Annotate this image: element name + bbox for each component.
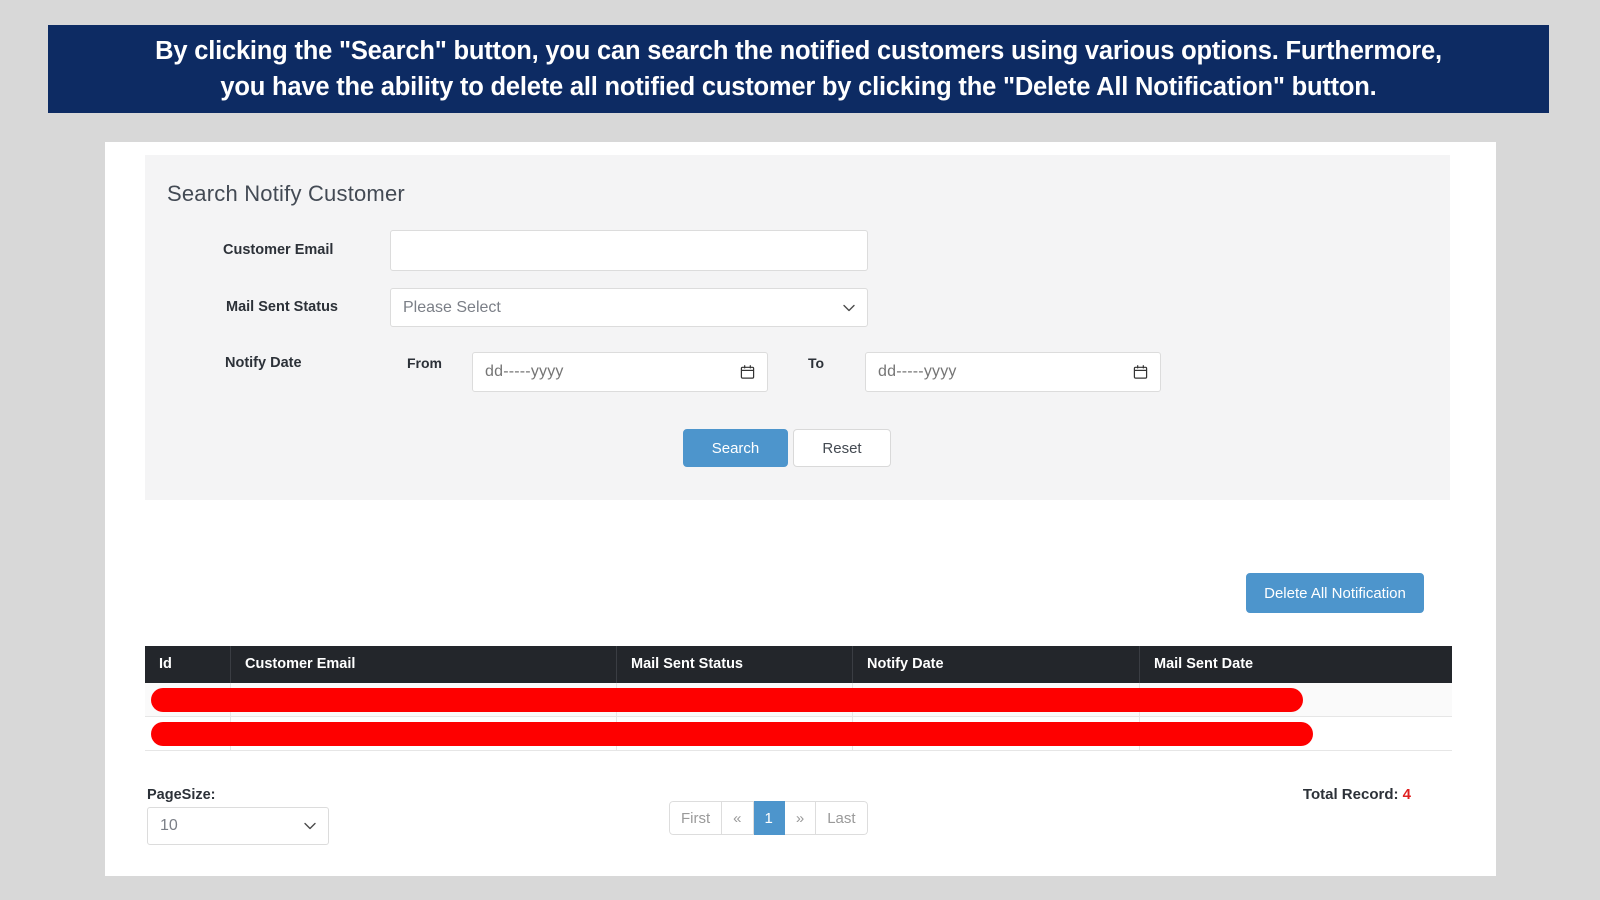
mail-sent-status-value: Please Select bbox=[403, 299, 501, 317]
pagination: First « 1 » Last bbox=[669, 801, 868, 835]
table-row[interactable] bbox=[145, 717, 1452, 751]
notify-date-to-input[interactable]: dd-----yyyy bbox=[865, 352, 1161, 392]
pagesize-select[interactable]: 10 bbox=[147, 807, 329, 845]
column-header-customer-email: Customer Email bbox=[230, 646, 616, 683]
column-header-mail-sent-status: Mail Sent Status bbox=[616, 646, 852, 683]
label-customer-email: Customer Email bbox=[223, 228, 333, 272]
search-notify-customer-panel: Search Notify Customer Customer Email Ma… bbox=[145, 155, 1450, 500]
table-row[interactable] bbox=[145, 683, 1452, 717]
column-header-notify-date: Notify Date bbox=[852, 646, 1139, 683]
pagesize-value: 10 bbox=[160, 817, 178, 835]
page-card: Search Notify Customer Customer Email Ma… bbox=[105, 142, 1496, 876]
calendar-icon[interactable] bbox=[1133, 365, 1148, 380]
form-row-notify-date: Notify Date From dd-----yyyy To dd-----y… bbox=[145, 341, 1450, 385]
reset-button[interactable]: Reset bbox=[793, 429, 891, 467]
calendar-icon[interactable] bbox=[740, 365, 755, 380]
search-button[interactable]: Search bbox=[683, 429, 788, 467]
panel-title: Search Notify Customer bbox=[167, 181, 405, 207]
total-record-label: Total Record: bbox=[1303, 786, 1399, 803]
redaction-overlay bbox=[151, 688, 1303, 712]
pagination-page-1[interactable]: 1 bbox=[754, 801, 785, 835]
annotation-banner: By clicking the "Search" button, you can… bbox=[48, 25, 1549, 113]
total-record-count: 4 bbox=[1403, 786, 1411, 803]
table-header-row: Id Customer Email Mail Sent Status Notif… bbox=[145, 646, 1452, 683]
redaction-overlay bbox=[151, 722, 1313, 746]
annotation-line-2: you have the ability to delete all notif… bbox=[220, 69, 1376, 105]
chevron-down-icon bbox=[304, 822, 316, 830]
pagination-last[interactable]: Last bbox=[816, 801, 867, 835]
mail-sent-status-select[interactable]: Please Select bbox=[390, 288, 868, 327]
notify-date-to-placeholder: dd-----yyyy bbox=[878, 363, 957, 381]
column-header-id: Id bbox=[145, 646, 230, 683]
pagination-first[interactable]: First bbox=[669, 801, 722, 835]
label-notify-date-to: To bbox=[808, 341, 824, 385]
pagination-next[interactable]: » bbox=[785, 801, 816, 835]
form-row-mail-sent-status: Mail Sent Status Please Select bbox=[145, 285, 1450, 329]
form-row-customer-email: Customer Email bbox=[145, 228, 1450, 272]
label-notify-date-from: From bbox=[407, 341, 442, 385]
customer-email-input[interactable] bbox=[390, 230, 868, 271]
chevron-down-icon bbox=[843, 304, 855, 312]
label-mail-sent-status: Mail Sent Status bbox=[226, 285, 338, 329]
total-record: Total Record: 4 bbox=[1145, 786, 1411, 803]
label-notify-date: Notify Date bbox=[225, 341, 302, 385]
pagination-prev[interactable]: « bbox=[722, 801, 753, 835]
notify-date-from-input[interactable]: dd-----yyyy bbox=[472, 352, 768, 392]
notify-date-from-placeholder: dd-----yyyy bbox=[485, 363, 564, 381]
notify-customer-table: Id Customer Email Mail Sent Status Notif… bbox=[145, 646, 1452, 751]
pagesize-label: PageSize: bbox=[147, 787, 216, 803]
annotation-line-1: By clicking the "Search" button, you can… bbox=[155, 33, 1442, 69]
delete-all-notification-button[interactable]: Delete All Notification bbox=[1246, 573, 1424, 613]
column-header-mail-sent-date: Mail Sent Date bbox=[1139, 646, 1452, 683]
